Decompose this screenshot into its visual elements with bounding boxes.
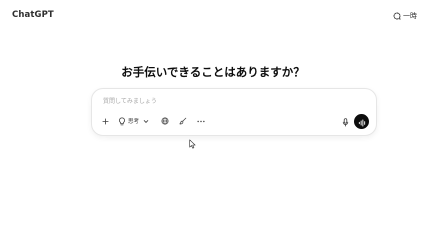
temporary-chat-label: 一時 (403, 12, 417, 20)
think-mode-label: 思考 (128, 119, 140, 125)
globe-icon (161, 117, 169, 125)
chevron-down-icon (143, 119, 149, 124)
add-attachment-button[interactable] (98, 114, 112, 128)
microphone-icon (342, 112, 349, 131)
temporary-chat-button[interactable]: 一時 (390, 9, 420, 23)
prompt-input[interactable] (103, 97, 343, 106)
more-tools-button[interactable] (194, 114, 208, 128)
chat-bubble-dashed-icon (393, 12, 401, 20)
composer-toolbar: 思考 (98, 114, 208, 128)
plus-icon (101, 117, 109, 125)
page-title: お手伝いできることはありますか？ (121, 65, 305, 79)
ellipsis-icon (197, 120, 205, 123)
web-search-button[interactable] (158, 114, 172, 128)
brush-icon (179, 117, 187, 125)
voice-waveform-icon (358, 112, 366, 131)
create-image-button[interactable] (176, 114, 190, 128)
chat-app: ChatGPT 一時 お手伝いできることはありますか？ 質問してみましょう 思考 (0, 0, 426, 240)
dictate-button[interactable] (340, 116, 350, 126)
lightbulb-icon (118, 116, 126, 126)
voice-mode-button[interactable] (354, 114, 369, 129)
model-brand[interactable]: ChatGPT (12, 10, 54, 20)
prompt-composer: 思考 (91, 88, 377, 136)
top-bar: ChatGPT 一時 (0, 0, 426, 34)
think-mode-button[interactable]: 思考 (115, 114, 152, 128)
mouse-pointer-icon (189, 134, 196, 153)
